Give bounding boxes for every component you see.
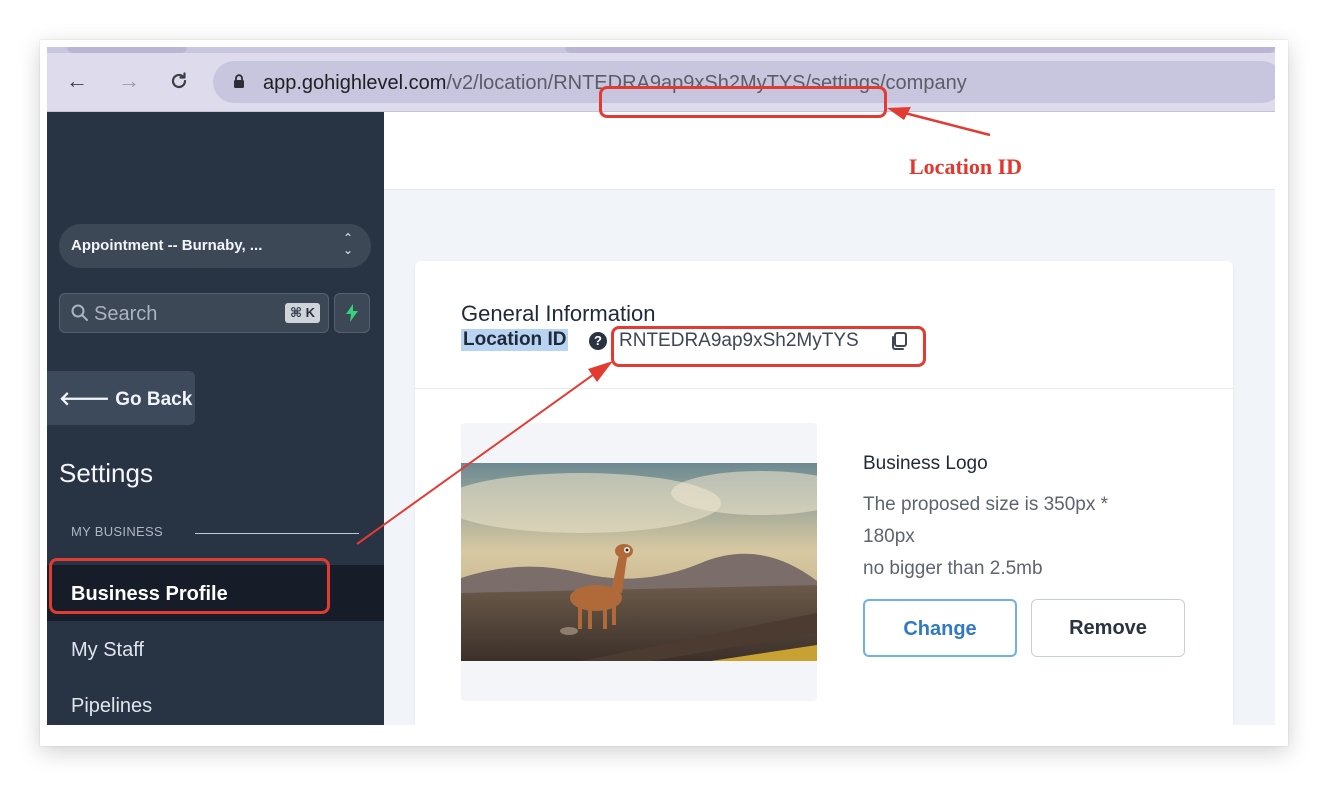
url-host: app.gohighlevel.com <box>263 72 447 94</box>
settings-title: Settings <box>59 458 153 488</box>
help-icon[interactable]: ? <box>589 332 607 350</box>
annotation-box-url-id <box>599 86 887 118</box>
left-arrow-icon: 🡐 <box>59 389 110 410</box>
go-back-button[interactable]: 🡐 Go Back <box>47 371 195 425</box>
main-header-bar <box>384 112 1275 190</box>
search-icon <box>71 304 88 321</box>
go-back-text: Go Back <box>115 389 193 410</box>
annotation-label: Location ID <box>909 154 1023 179</box>
section-divider <box>195 533 359 534</box>
business-logo-description: The proposed size is 350px * 180px no bi… <box>863 489 1183 585</box>
business-logo-preview <box>461 423 817 701</box>
sidebar: Appointment -- Burnaby, ... ⌃ ⌄ Search ⌘ … <box>47 112 384 725</box>
forward-arrow-icon[interactable]: → <box>113 65 145 97</box>
app-window: ← → app.gohighlevel.com/v2/location/RNTE… <box>47 47 1275 725</box>
description-line: 180px <box>863 526 915 547</box>
annotation-box-location-id <box>611 326 926 367</box>
description-line: The proposed size is 350px * <box>863 494 1109 515</box>
section-label-my-business: MY BUSINESS <box>71 524 163 539</box>
go-back-label: 🡐 Go Back <box>59 387 192 411</box>
back-arrow-icon[interactable]: ← <box>61 65 93 97</box>
location-switcher[interactable]: Appointment -- Burnaby, ... ⌃ ⌄ <box>59 224 371 268</box>
sidebar-item-my-staff[interactable]: My Staff <box>47 621 384 677</box>
quick-actions-button[interactable] <box>334 293 370 333</box>
description-line: no bigger than 2.5mb <box>863 558 1043 579</box>
sidebar-item-label: Pipelines <box>71 695 153 717</box>
lightning-bolt-icon <box>346 304 358 322</box>
change-logo-button[interactable]: Change <box>863 599 1017 657</box>
card-header: General Information Location ID ? RNTEDR… <box>415 261 1233 389</box>
sidebar-item-pipelines[interactable]: Pipelines <box>47 677 384 725</box>
reload-icon[interactable] <box>163 65 195 97</box>
sidebar-item-label: My Staff <box>71 639 144 661</box>
search-input[interactable]: Search ⌘ K <box>59 293 329 333</box>
annotation-box-business-profile <box>49 558 330 614</box>
location-id-label: Location ID <box>461 329 569 351</box>
keyboard-shortcut-badge: ⌘ K <box>284 303 320 323</box>
business-logo-title: Business Logo <box>863 453 988 474</box>
screenshot-frame: ← → app.gohighlevel.com/v2/location/RNTE… <box>40 40 1288 746</box>
location-switcher-label: Appointment -- Burnaby, ... <box>71 237 263 254</box>
business-logo-image <box>461 463 817 661</box>
lock-icon <box>234 74 244 88</box>
remove-logo-button[interactable]: Remove <box>1031 599 1185 657</box>
chevron-updown-icon: ⌃ ⌄ <box>342 231 353 257</box>
card-title: General Information <box>461 301 656 326</box>
search-placeholder: Search <box>94 303 158 325</box>
